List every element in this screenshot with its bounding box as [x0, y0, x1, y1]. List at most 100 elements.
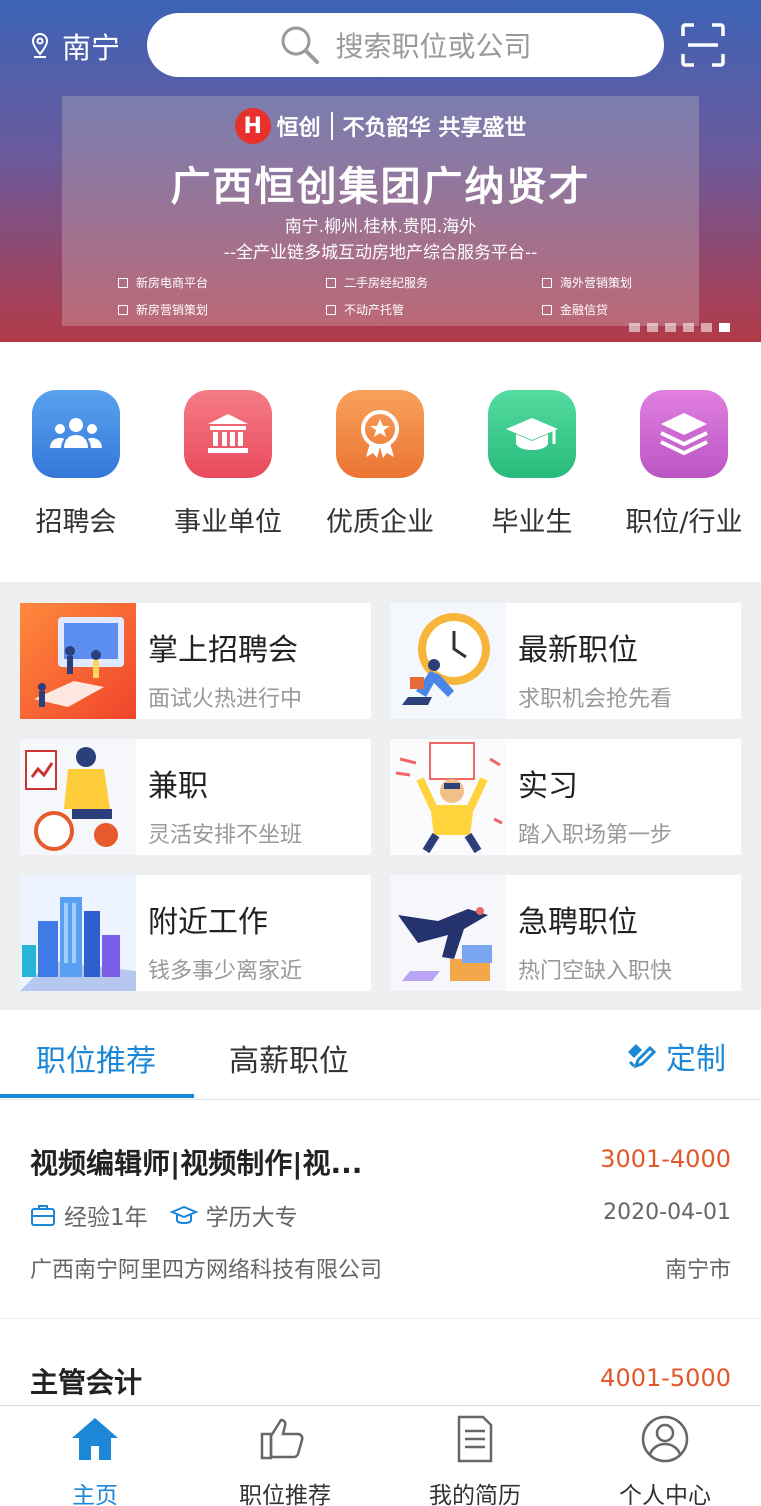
- nav-label: 个人中心: [619, 1483, 711, 1506]
- card-title: 实习: [518, 769, 578, 804]
- card-latest-positions[interactable]: 最新职位 求职机会抢先看: [390, 603, 741, 719]
- top-banner-area: 南宁 搜索职位或公司 H 恒创 不负韶华 共享盛世 广西恒创集团广纳贤才 南宁.…: [0, 0, 761, 342]
- carousel-indicator[interactable]: [629, 323, 737, 332]
- card-title: 急聘职位: [518, 905, 638, 940]
- card-title: 兼职: [148, 769, 208, 804]
- resume-document-icon: [457, 1415, 493, 1463]
- urgent-hiring-illustration: [390, 875, 506, 991]
- education-cap-icon: [169, 1205, 198, 1225]
- nav-my-resume[interactable]: 我的简历: [380, 1412, 570, 1506]
- job-list-item[interactable]: 视频编辑师|视频制作|视... 3001-4000 经验1年 学历大专 2020…: [0, 1100, 761, 1318]
- card-internship[interactable]: 实习 踏入职场第一步: [390, 739, 741, 855]
- card-subtitle: 踏入职场第一步: [518, 823, 673, 848]
- tab-recommended[interactable]: 职位推荐: [36, 1036, 156, 1080]
- job-tabs: 职位推荐 高薪职位 定制: [0, 1010, 761, 1100]
- customize-label: 定制: [666, 1042, 726, 1077]
- scan-icon[interactable]: [680, 22, 726, 68]
- job-salary: 3001-4000: [600, 1145, 731, 1173]
- banner-feature: 二手房经纪服务: [326, 274, 428, 291]
- category-job-fair[interactable]: 招聘会: [1, 390, 151, 539]
- job-title: 视频编辑师|视频制作|视...: [30, 1147, 363, 1180]
- category-label: 优质企业: [326, 507, 434, 538]
- banner-title: 广西恒创集团广纳贤才: [170, 164, 591, 210]
- card-subtitle: 灵活安排不坐班: [148, 823, 303, 848]
- job-title: 主管会计: [30, 1366, 143, 1399]
- job-company: 广西南宁阿里四方网络科技有限公司: [30, 1258, 383, 1283]
- card-subtitle: 钱多事少离家近: [148, 959, 303, 984]
- location-pin-icon: [31, 32, 49, 58]
- job-fair-illustration: [20, 603, 136, 719]
- home-icon: [72, 1418, 118, 1460]
- category-label: 职位/行业: [625, 507, 743, 538]
- city-buildings-illustration: [20, 875, 136, 991]
- banner-cities: 南宁.柳州.桂林.贵阳.海外: [284, 217, 477, 237]
- category-public-institution[interactable]: 事业单位: [153, 390, 303, 539]
- category-quality-enterprise[interactable]: 优质企业: [305, 390, 455, 539]
- job-education: 学历大专: [205, 1205, 298, 1231]
- carousel-dot[interactable]: [683, 323, 694, 332]
- nav-recommended-jobs[interactable]: 职位推荐: [190, 1412, 380, 1506]
- card-nearby-jobs[interactable]: 附近工作 钱多事少离家近: [20, 875, 371, 991]
- card-mobile-job-fair[interactable]: 掌上招聘会 面试火热进行中: [20, 603, 371, 719]
- category-label: 事业单位: [174, 507, 282, 538]
- customize-button[interactable]: 定制: [624, 1034, 726, 1078]
- card-title: 掌上招聘会: [148, 633, 298, 668]
- card-subtitle: 面试火热进行中: [148, 687, 303, 712]
- nav-label: 主页: [72, 1483, 118, 1506]
- category-label: 毕业生: [491, 507, 573, 538]
- category-row: 招聘会 事业单位 优质企业 毕业生 职位/行业: [0, 342, 761, 582]
- internship-illustration: [390, 739, 506, 855]
- job-experience: 经验1年: [64, 1205, 148, 1231]
- nav-profile[interactable]: 个人中心: [570, 1412, 760, 1506]
- running-clock-illustration: [390, 603, 506, 719]
- feature-card-grid: 掌上招聘会 面试火热进行中 最新职位 求职机会抢先看 兼职 灵活安排不坐班 实习…: [0, 582, 761, 1010]
- carousel-dot-active[interactable]: [719, 323, 730, 332]
- search-icon: [281, 26, 320, 64]
- nav-label: 我的简历: [429, 1483, 521, 1506]
- search-placeholder: 搜索职位或公司: [335, 30, 532, 63]
- graduation-cap-icon: [488, 390, 576, 478]
- card-title: 最新职位: [518, 633, 638, 668]
- brand-logo-mark: H: [234, 108, 271, 144]
- nav-home[interactable]: 主页: [0, 1412, 190, 1506]
- layers-icon: [640, 390, 728, 478]
- active-tab-indicator: [0, 1094, 194, 1098]
- card-part-time[interactable]: 兼职 灵活安排不坐班: [20, 739, 371, 855]
- promo-banner[interactable]: H 恒创 不负韶华 共享盛世 广西恒创集团广纳贤才 南宁.柳州.桂林.贵阳.海外…: [62, 96, 699, 326]
- nav-label: 职位推荐: [239, 1483, 331, 1506]
- tab-high-salary[interactable]: 高薪职位: [229, 1036, 349, 1080]
- banner-slogan: 不负韶华 共享盛世: [342, 116, 527, 141]
- job-requirements: 经验1年 学历大专: [30, 1198, 298, 1232]
- banner-feature: 海外营销策划: [542, 274, 632, 291]
- category-position-industry[interactable]: 职位/行业: [609, 390, 759, 539]
- banner-feature: 不动产托管: [326, 301, 404, 318]
- edit-customize-icon: [628, 1044, 656, 1069]
- banner-subtitle: --全产业链多城互动房地产综合服务平台--: [223, 243, 538, 263]
- briefcase-icon: [31, 1205, 55, 1226]
- job-salary: 4001-5000: [600, 1364, 731, 1392]
- job-date: 2020-04-01: [603, 1200, 731, 1225]
- part-time-illustration: [20, 739, 136, 855]
- category-graduates[interactable]: 毕业生: [457, 390, 607, 539]
- bank-building-icon: [184, 390, 272, 478]
- category-label: 招聘会: [35, 507, 117, 538]
- banner-feature: 新房营销策划: [118, 301, 208, 318]
- award-badge-icon: [336, 390, 424, 478]
- job-list-item[interactable]: 主管会计 4001-5000: [0, 1319, 761, 1405]
- thumbs-up-icon: [260, 1418, 304, 1460]
- user-profile-icon: [641, 1415, 689, 1463]
- search-input[interactable]: 搜索职位或公司: [147, 13, 664, 77]
- carousel-dot[interactable]: [647, 323, 658, 332]
- job-city: 南宁市: [664, 1258, 731, 1283]
- banner-feature: 新房电商平台: [118, 274, 208, 291]
- card-urgent-hiring[interactable]: 急聘职位 热门空缺入职快: [390, 875, 741, 991]
- carousel-dot[interactable]: [701, 323, 712, 332]
- card-subtitle: 求职机会抢先看: [518, 687, 673, 712]
- carousel-dot[interactable]: [629, 323, 640, 332]
- bottom-navigation: 主页 职位推荐 我的简历 个人中心: [0, 1405, 761, 1506]
- carousel-dot[interactable]: [665, 323, 676, 332]
- city-selector[interactable]: 南宁: [30, 24, 120, 68]
- card-subtitle: 热门空缺入职快: [518, 959, 673, 984]
- banner-feature: 金融信贷: [542, 301, 608, 318]
- card-title: 附近工作: [148, 905, 268, 940]
